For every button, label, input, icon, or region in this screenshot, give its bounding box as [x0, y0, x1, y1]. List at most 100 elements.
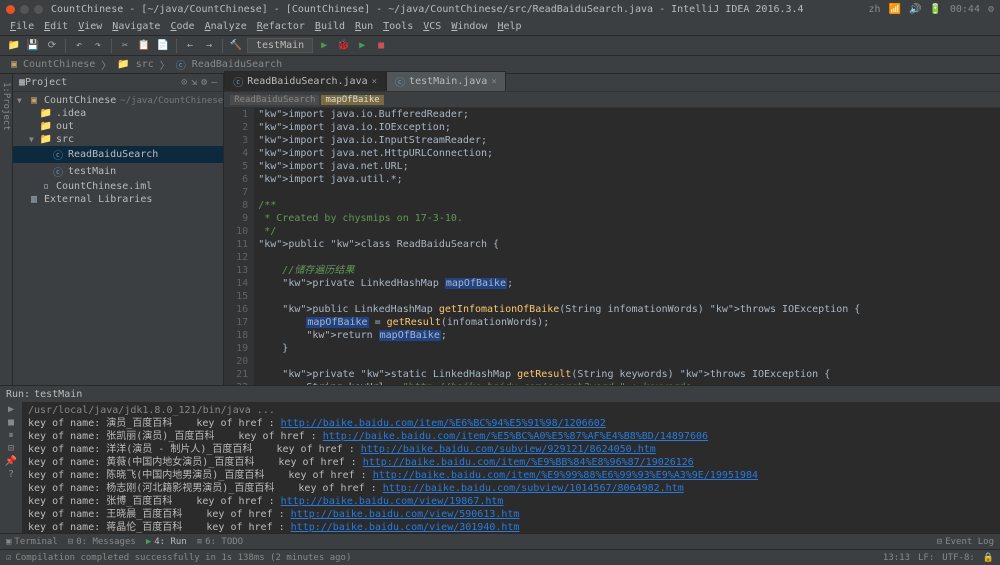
menu-view[interactable]: View	[74, 21, 106, 32]
sidebar-header: ▦ Project ⊙ ⇲ ⚙ —	[13, 74, 223, 92]
rerun-icon[interactable]: ▶	[8, 404, 14, 415]
cut-icon[interactable]: ✂	[117, 38, 133, 54]
run-gutter: ▶ ■ ⏸ ⊟ 📌 ?	[0, 402, 22, 533]
tab-messages[interactable]: ⊟ 0: Messages	[68, 537, 136, 547]
hide-icon[interactable]: —	[211, 77, 217, 88]
code-content[interactable]: "kw">import java.io.BufferedReader; "kw"…	[254, 108, 1000, 385]
minimize-icon[interactable]	[20, 5, 29, 14]
network-icon[interactable]: 📶	[889, 4, 901, 15]
run-panel: Run: testMain ▶ ■ ⏸ ⊟ 📌 ? /usr/local/jav…	[0, 385, 1000, 533]
lock-icon[interactable]: 🔒	[983, 553, 994, 563]
toolbar: 📁 💾 ⟳ ↶ ↷ ✂ 📋 📄 ← → 🔨 testMain ▶ 🐞 ▶ ■	[0, 36, 1000, 56]
menu-refactor[interactable]: Refactor	[253, 21, 309, 32]
redo-icon[interactable]: ↷	[90, 38, 106, 54]
tab-todo[interactable]: ≡ 6: TODO	[197, 537, 243, 547]
tree-item[interactable]: ▼📁src	[13, 133, 223, 146]
project-sidebar: ▦ Project ⊙ ⇲ ⚙ — ▼▣CountChinese~/java/C…	[13, 74, 224, 385]
editor-tab[interactable]: ⓒ testMain.java ×	[386, 71, 506, 91]
run-icon[interactable]: ▶	[316, 38, 332, 54]
build-icon[interactable]: 🔨	[228, 38, 244, 54]
help-icon[interactable]: ?	[8, 469, 14, 480]
stop-icon[interactable]: ■	[373, 38, 389, 54]
close-icon[interactable]: ×	[491, 77, 496, 87]
editor-tab[interactable]: ⓒ ReadBaiduSearch.java ×	[224, 71, 386, 91]
gear-icon[interactable]: ⚙	[201, 77, 207, 88]
folder-icon: 📁	[117, 59, 129, 70]
open-icon[interactable]: 📁	[6, 38, 22, 54]
menu-code[interactable]: Code	[166, 21, 198, 32]
settings-icon[interactable]: ⚙	[988, 4, 994, 15]
titlebar: CountChinese - [~/java/CountChinese] - […	[0, 0, 1000, 18]
pin-icon[interactable]: 📌	[5, 456, 17, 467]
system-tray: zh 📶 🔊 🔋 00:44 ⚙	[868, 4, 994, 15]
battery-icon[interactable]: 🔋	[929, 4, 941, 15]
status-message: Compilation completed successfully in 1s…	[15, 553, 351, 563]
close-icon[interactable]	[6, 5, 15, 14]
run-header: Run: testMain	[0, 386, 1000, 402]
paste-icon[interactable]: 📄	[155, 38, 171, 54]
menu-navigate[interactable]: Navigate	[108, 21, 164, 32]
copy-icon[interactable]: 📋	[136, 38, 152, 54]
menu-file[interactable]: File	[6, 21, 38, 32]
sidebar-title: Project	[25, 77, 181, 88]
tree-item[interactable]: 📁.idea	[13, 107, 223, 120]
collapse-icon[interactable]: ⇲	[191, 77, 197, 88]
sync-icon[interactable]: ⟳	[44, 38, 60, 54]
editor-breadcrumb: ReadBaiduSearch mapOfBaike	[224, 92, 1000, 108]
tab-run[interactable]: ▶ 4: Run	[146, 537, 187, 547]
menu-build[interactable]: Build	[311, 21, 349, 32]
volume-icon[interactable]: 🔊	[909, 4, 921, 15]
lang-icon[interactable]: zh	[868, 4, 880, 15]
project-tree[interactable]: ▼▣CountChinese~/java/CountChinese📁.idea📁…	[13, 92, 223, 385]
tab-terminal[interactable]: ▣ Terminal	[6, 537, 58, 547]
menu-help[interactable]: Help	[493, 21, 525, 32]
caret-position[interactable]: 13:13	[883, 553, 910, 563]
undo-icon[interactable]: ↶	[71, 38, 87, 54]
save-icon[interactable]: 💾	[25, 38, 41, 54]
editor-area: ⓒ ReadBaiduSearch.java ×ⓒ testMain.java …	[224, 74, 1000, 385]
nav-crumb[interactable]: mapOfBaike	[321, 95, 383, 105]
debug-icon[interactable]: 🐞	[335, 38, 351, 54]
forward-icon[interactable]: →	[201, 38, 217, 54]
line-separator[interactable]: LF:	[918, 553, 934, 563]
clock[interactable]: 00:44	[950, 4, 980, 15]
main-area: 1:Project ▦ Project ⊙ ⇲ ⚙ — ▼▣CountChine…	[0, 74, 1000, 385]
tree-item[interactable]: ▼▣CountChinese~/java/CountChinese	[13, 94, 223, 107]
close-icon[interactable]: ×	[372, 77, 377, 87]
status-icon[interactable]: ☑	[6, 553, 11, 563]
tree-item[interactable]: ⓒReadBaiduSearch	[13, 146, 223, 163]
line-gutter: 1234567891011121314151617181920212223242…	[224, 108, 254, 385]
filter-icon[interactable]: ⊟	[8, 443, 14, 454]
menu-window[interactable]: Window	[447, 21, 491, 32]
menu-analyze[interactable]: Analyze	[201, 21, 251, 32]
run-config-name: testMain	[34, 389, 82, 400]
menu-vcs[interactable]: VCS	[419, 21, 445, 32]
stop-icon[interactable]: ■	[8, 417, 14, 428]
separator	[176, 39, 177, 53]
encoding[interactable]: UTF-8:	[942, 553, 975, 563]
coverage-icon[interactable]: ▶	[354, 38, 370, 54]
tree-item[interactable]: ⓒtestMain	[13, 163, 223, 180]
module-icon: ▣	[11, 59, 17, 70]
maximize-icon[interactable]	[34, 5, 43, 14]
separator	[111, 39, 112, 53]
menu-tools[interactable]: Tools	[379, 21, 417, 32]
back-icon[interactable]: ←	[182, 38, 198, 54]
run-config-select[interactable]: testMain	[247, 38, 313, 53]
code-editor[interactable]: 1234567891011121314151617181920212223242…	[224, 108, 1000, 385]
tree-item[interactable]: ▫CountChinese.iml	[13, 180, 223, 193]
breadcrumb-item[interactable]: CountChinese	[23, 59, 95, 70]
run-output[interactable]: /usr/local/java/jdk1.8.0_121/bin/java ..…	[22, 402, 1000, 533]
tree-item[interactable]: 📁out	[13, 120, 223, 133]
tab-event-log[interactable]: ⊟ Event Log	[937, 537, 994, 547]
breadcrumb-item[interactable]: ReadBaiduSearch	[192, 59, 282, 70]
menu-edit[interactable]: Edit	[40, 21, 72, 32]
nav-crumb[interactable]: ReadBaiduSearch	[230, 95, 319, 105]
tree-item[interactable]: ▥External Libraries	[13, 193, 223, 206]
menu-run[interactable]: Run	[351, 21, 377, 32]
separator	[65, 39, 66, 53]
pause-icon[interactable]: ⏸	[9, 430, 14, 441]
scroll-to-icon[interactable]: ⊙	[181, 77, 187, 88]
breadcrumb-item[interactable]: src	[136, 59, 154, 70]
project-tab[interactable]: 1:Project	[0, 74, 12, 139]
